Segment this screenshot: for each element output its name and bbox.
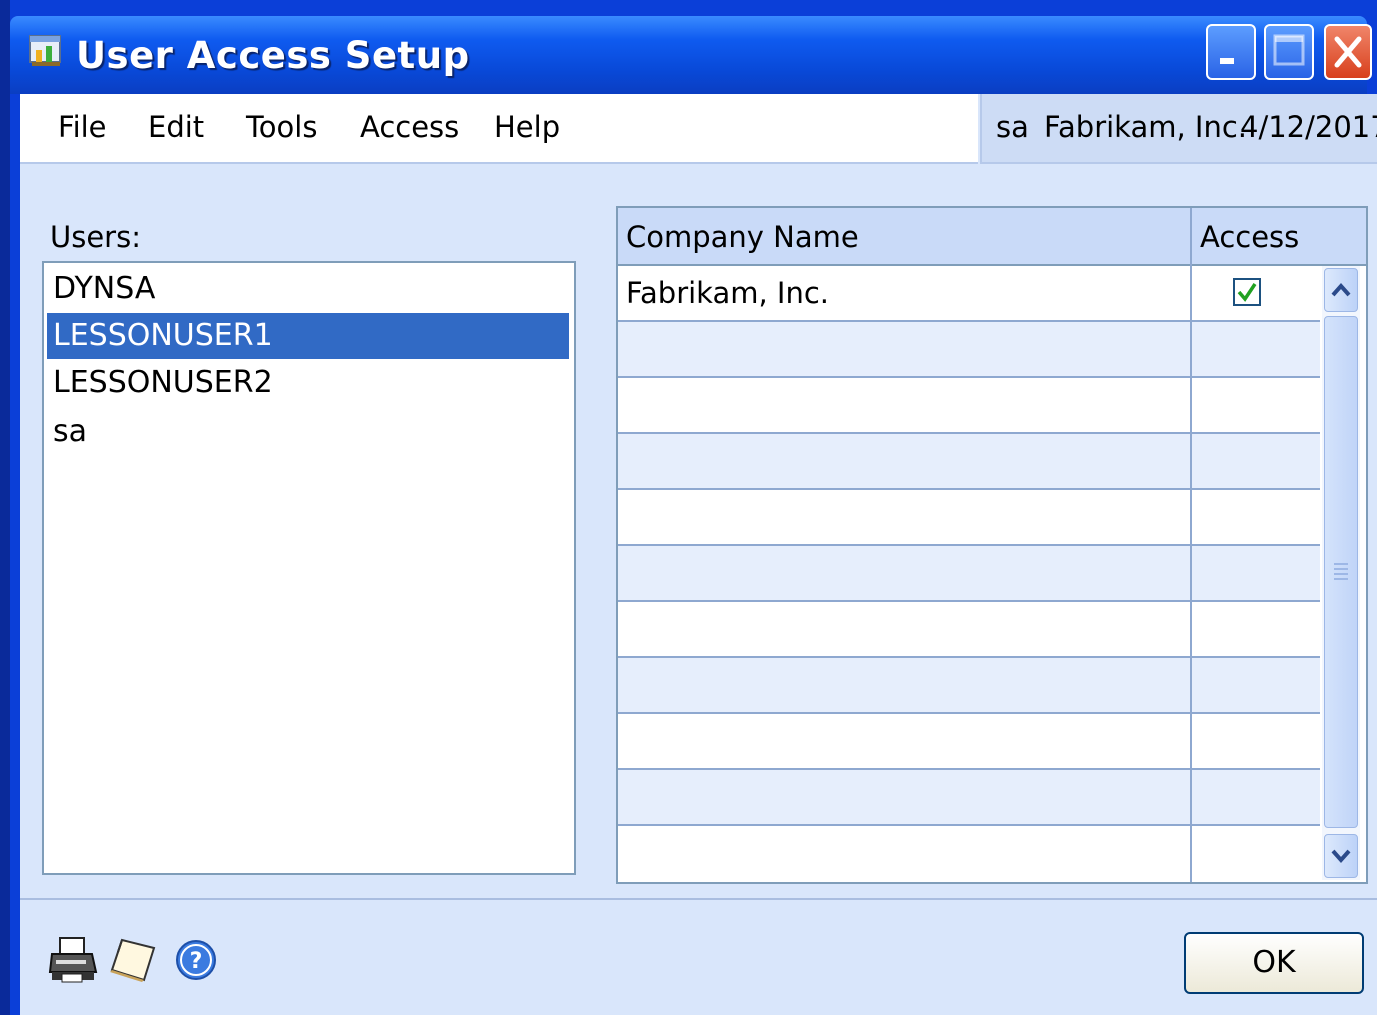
- chevron-up-icon: [1331, 282, 1351, 297]
- company-name-cell: Fabrikam, Inc.: [626, 276, 830, 310]
- menu-access[interactable]: Access: [360, 110, 459, 144]
- chevron-down-icon: [1331, 849, 1351, 864]
- window-title: User Access Setup: [76, 34, 470, 77]
- help-icon[interactable]: ?: [174, 936, 218, 986]
- grip-icon: [1334, 563, 1348, 580]
- table-row[interactable]: [618, 658, 1320, 714]
- menu-file[interactable]: File: [58, 110, 107, 144]
- list-item[interactable]: DYNSA: [47, 266, 569, 312]
- users-label: Users:: [50, 220, 141, 254]
- title-bar[interactable]: User Access Setup: [10, 16, 1372, 94]
- current-user: sa: [996, 110, 1029, 144]
- close-button[interactable]: [1324, 24, 1372, 80]
- note-icon[interactable]: [108, 936, 158, 988]
- scroll-thumb[interactable]: [1324, 316, 1358, 828]
- minimize-icon: [1220, 58, 1234, 64]
- table-row[interactable]: [618, 378, 1320, 434]
- footer-divider: [20, 898, 1377, 900]
- company-access-grid: Company Name Access Fabrikam, Inc.: [616, 206, 1368, 884]
- list-item-selected[interactable]: LESSONUSER1: [47, 313, 569, 359]
- table-row[interactable]: [618, 826, 1320, 880]
- table-row[interactable]: [618, 434, 1320, 490]
- access-checkbox[interactable]: [1233, 278, 1261, 306]
- app-icon: [28, 32, 64, 70]
- ok-button[interactable]: OK: [1184, 932, 1364, 994]
- list-item[interactable]: LESSONUSER2: [47, 360, 569, 406]
- printer-icon[interactable]: [48, 936, 98, 988]
- table-row[interactable]: [618, 770, 1320, 826]
- grid-header: Company Name Access: [618, 208, 1366, 266]
- close-icon: [1334, 36, 1362, 68]
- table-row[interactable]: [618, 546, 1320, 602]
- table-row[interactable]: [618, 322, 1320, 378]
- vertical-scrollbar[interactable]: [1322, 266, 1360, 880]
- table-row[interactable]: [618, 602, 1320, 658]
- maximize-button[interactable]: [1264, 24, 1314, 80]
- list-item[interactable]: sa: [47, 409, 569, 455]
- current-company: Fabrikam, Inc.: [1044, 110, 1248, 144]
- menu-help[interactable]: Help: [494, 110, 560, 144]
- checkmark-icon: [1237, 283, 1257, 302]
- scroll-up-button[interactable]: [1324, 268, 1358, 312]
- user-date: 4/12/2017: [1240, 110, 1377, 144]
- column-header-company-name[interactable]: Company Name: [626, 220, 859, 254]
- menu-tools[interactable]: Tools: [246, 110, 317, 144]
- column-divider: [1190, 208, 1192, 882]
- menu-bar: File Edit Tools Access Help: [20, 94, 978, 164]
- menu-edit[interactable]: Edit: [148, 110, 204, 144]
- svg-text:?: ?: [190, 949, 203, 974]
- minimize-button[interactable]: [1206, 24, 1256, 80]
- maximize-icon: [1273, 34, 1305, 66]
- dialog-body: File Edit Tools Access Help sa Fabrikam,…: [20, 94, 1377, 1015]
- user-info-bar: sa Fabrikam, Inc. 4/12/2017: [980, 94, 1377, 164]
- table-row[interactable]: Fabrikam, Inc.: [618, 266, 1320, 322]
- scroll-down-button[interactable]: [1324, 834, 1358, 878]
- column-header-access[interactable]: Access: [1200, 220, 1299, 254]
- users-listbox[interactable]: DYNSA LESSONUSER1 LESSONUSER2 sa: [42, 261, 576, 875]
- table-row[interactable]: [618, 714, 1320, 770]
- table-row[interactable]: [618, 490, 1320, 546]
